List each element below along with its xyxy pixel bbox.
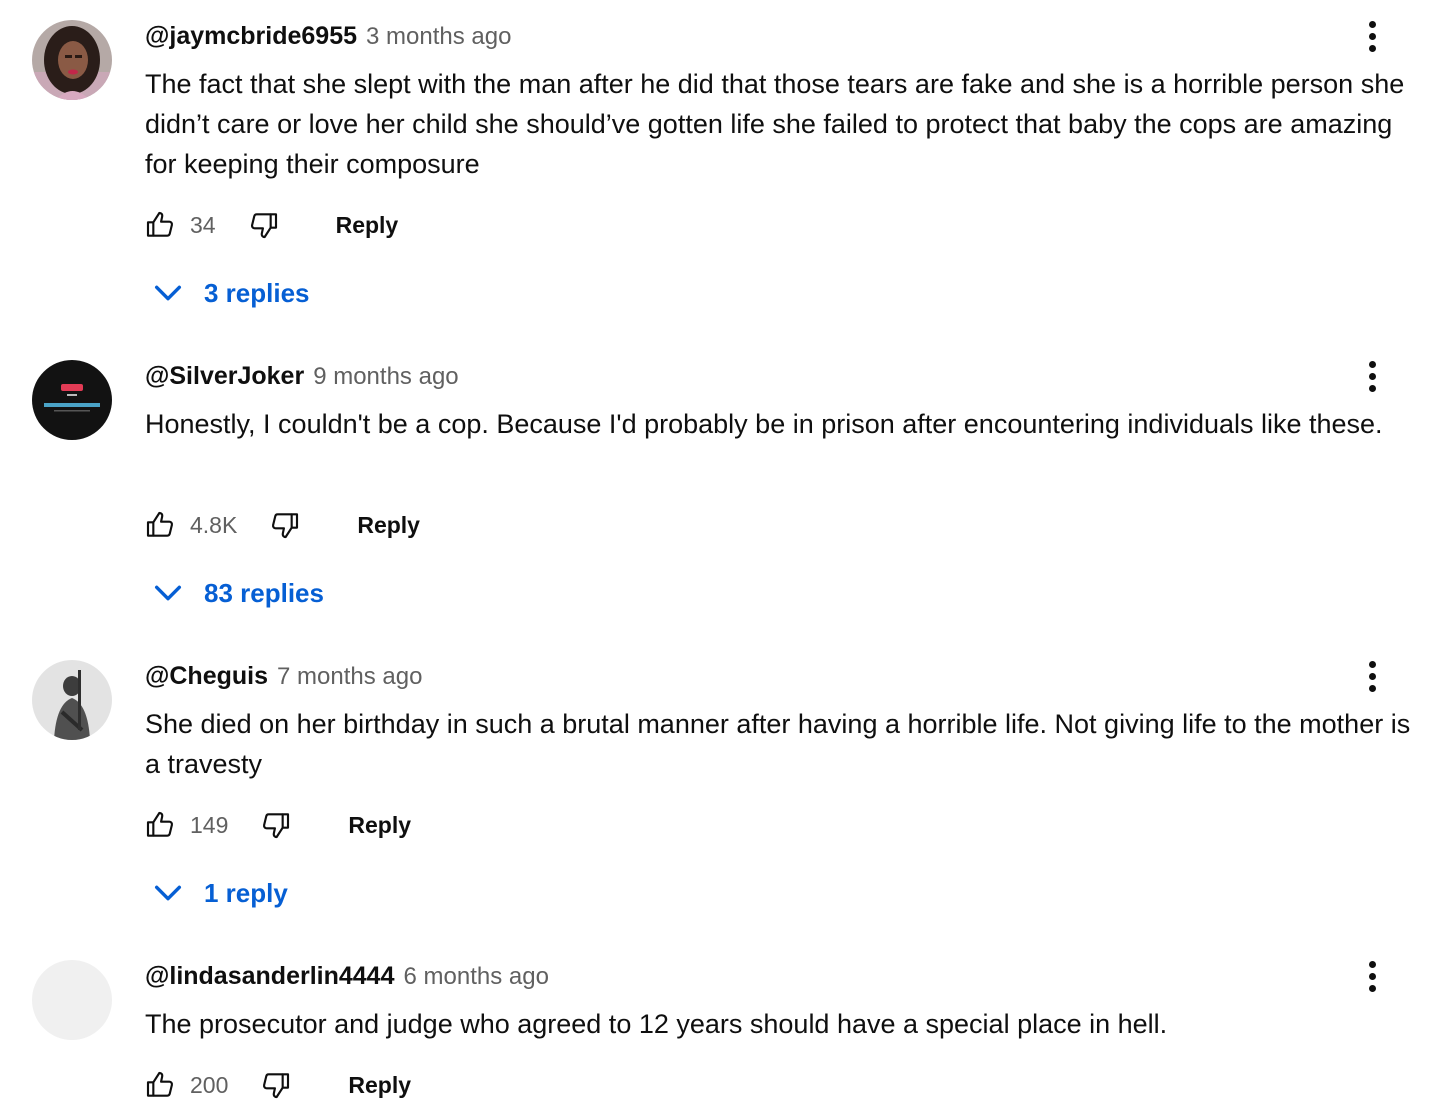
reply-button[interactable]: Reply — [348, 812, 411, 839]
like-count: 34 — [190, 211, 216, 238]
avatar[interactable] — [32, 20, 112, 100]
thumbs-down-icon[interactable] — [256, 1065, 296, 1105]
more-vertical-icon[interactable] — [1352, 356, 1392, 396]
thumbs-down-icon[interactable] — [256, 805, 296, 845]
comment-text: She died on her birthday in such a bruta… — [145, 709, 1411, 779]
author-name[interactable]: @jaymcbride6955 — [145, 22, 357, 51]
reply-button[interactable]: Reply — [348, 1072, 411, 1099]
view-replies-button[interactable]: 1 reply — [148, 871, 288, 915]
comment-text: The fact that she slept with the man aft… — [145, 69, 1405, 179]
reply-button[interactable]: Reply — [336, 212, 399, 239]
avatar[interactable] — [32, 360, 112, 440]
comment-time[interactable]: 3 months ago — [366, 23, 511, 51]
comment-actions: 200 Reply — [140, 1063, 411, 1107]
thumbs-up-icon[interactable] — [140, 505, 180, 545]
comment-header: @lindasanderlin4444 6 months ago — [145, 962, 549, 996]
chevron-down-icon — [148, 573, 188, 613]
avatar[interactable] — [32, 660, 112, 740]
comment-actions: 149 Reply — [140, 803, 411, 847]
chevron-down-icon — [148, 873, 188, 913]
author-name[interactable]: @Cheguis — [145, 662, 268, 691]
reply-button[interactable]: Reply — [357, 512, 420, 539]
avatar[interactable] — [32, 960, 112, 1040]
more-vertical-icon[interactable] — [1352, 16, 1392, 56]
replies-count-label: 83 replies — [204, 577, 324, 608]
chevron-down-icon — [148, 273, 188, 313]
comment-actions: 34 Reply — [140, 203, 398, 247]
more-vertical-icon[interactable] — [1352, 956, 1392, 996]
more-vertical-icon[interactable] — [1352, 656, 1392, 696]
thumbs-down-icon[interactable] — [265, 505, 305, 545]
thumbs-up-icon[interactable] — [140, 805, 180, 845]
comment-time[interactable]: 6 months ago — [403, 963, 548, 991]
author-name[interactable]: @SilverJoker — [145, 362, 304, 391]
comment-time[interactable]: 7 months ago — [277, 663, 422, 691]
comment-header: @SilverJoker 9 months ago — [145, 362, 459, 396]
thumbs-up-icon[interactable] — [140, 1065, 180, 1105]
replies-count-label: 3 replies — [204, 277, 310, 308]
comment-text: The prosecutor and judge who agreed to 1… — [145, 1009, 1168, 1039]
comment-actions: 4.8K Reply — [140, 503, 420, 547]
author-name[interactable]: @lindasanderlin4444 — [145, 962, 394, 991]
comment-text: Honestly, I couldn't be a cop. Because I… — [145, 409, 1383, 439]
view-replies-button[interactable]: 3 replies — [148, 271, 310, 315]
like-count: 149 — [190, 811, 229, 838]
like-count: 4.8K — [190, 511, 238, 538]
thumbs-down-icon[interactable] — [244, 205, 284, 245]
view-replies-button[interactable]: 83 replies — [148, 571, 324, 615]
comment-time[interactable]: 9 months ago — [313, 363, 458, 391]
replies-count-label: 1 reply — [204, 877, 288, 908]
comment-header: @Cheguis 7 months ago — [145, 662, 422, 696]
like-count: 200 — [190, 1071, 229, 1098]
thumbs-up-icon[interactable] — [140, 205, 180, 245]
comment-header: @jaymcbride6955 3 months ago — [145, 22, 511, 56]
